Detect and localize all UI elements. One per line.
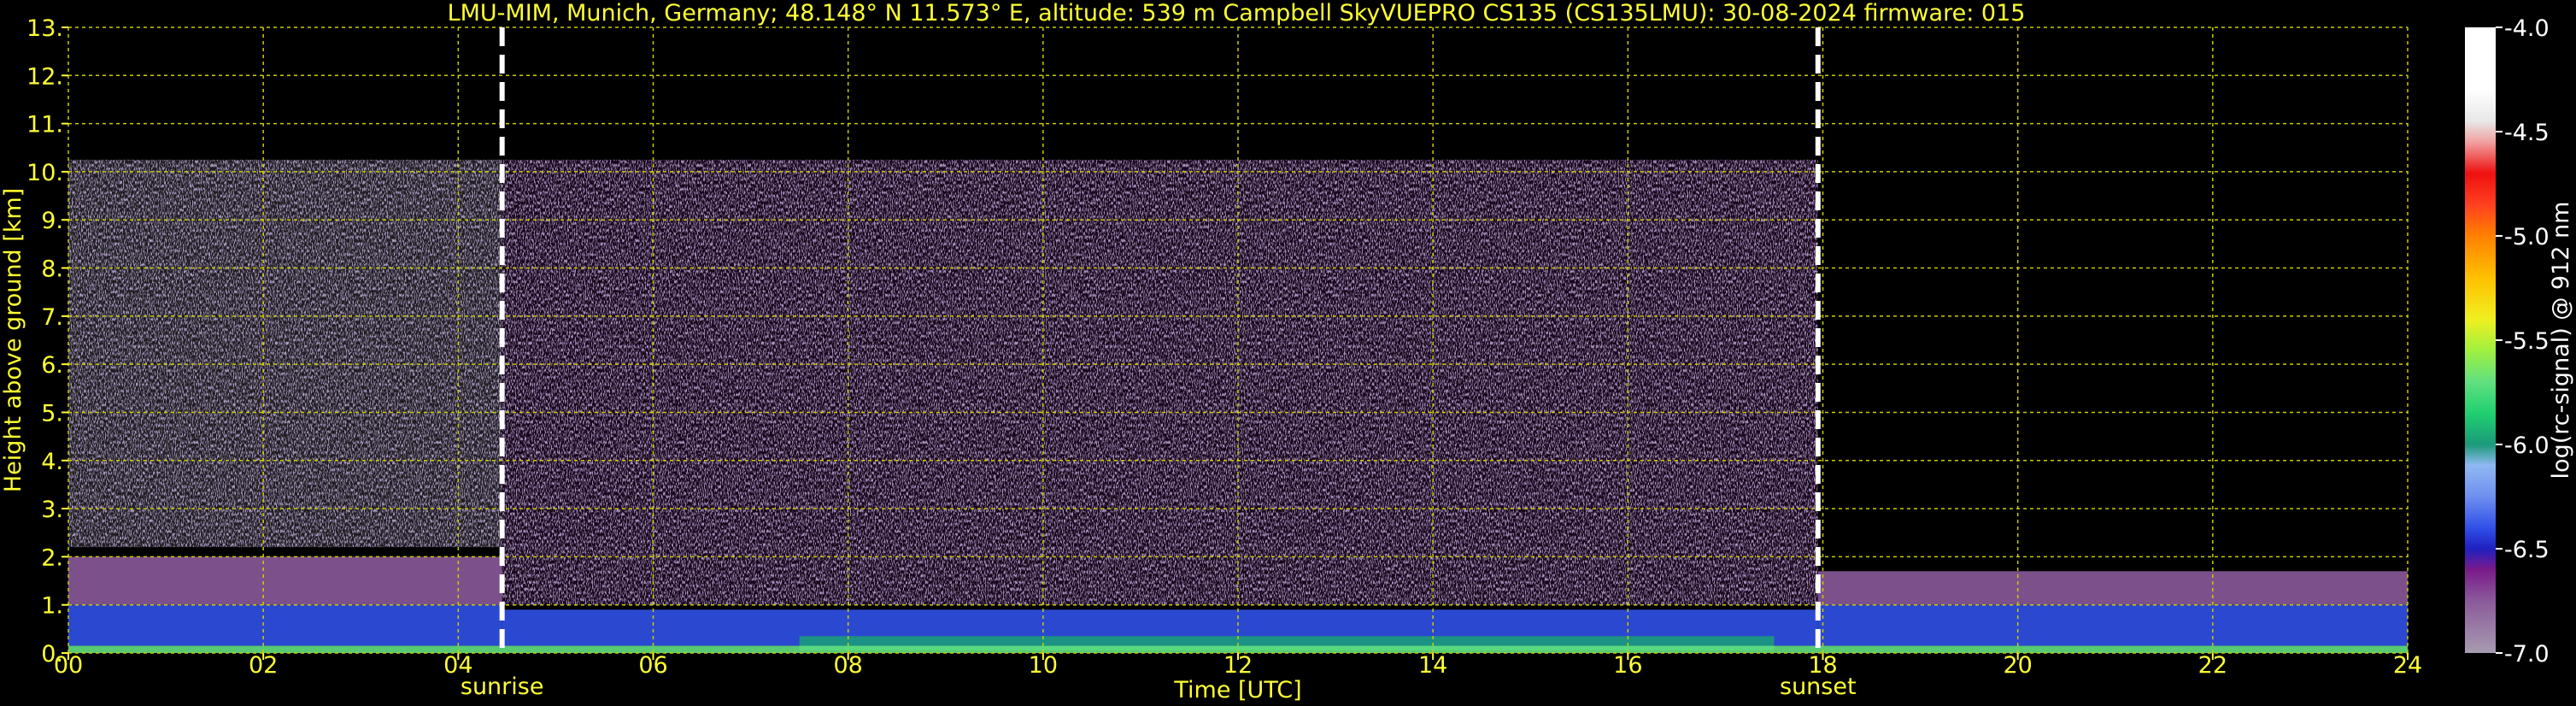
- colorbar-label: log(rc-signal) @ 912 nm: [2548, 202, 2574, 479]
- colorbar: [2465, 27, 2496, 653]
- signal-layer: [68, 556, 502, 605]
- x-tick-label: 10: [1029, 652, 1058, 679]
- x-tick-label: 20: [2003, 652, 2032, 679]
- colorbar-tick-label: -5.5: [2504, 328, 2550, 355]
- signal-noise: [502, 159, 1818, 605]
- x-tick-label: 24: [2393, 652, 2422, 679]
- signal-layer: [1817, 604, 2408, 646]
- x-tick-label: 02: [249, 652, 278, 679]
- colorbar-tick-label: -4.5: [2504, 120, 2550, 146]
- x-tick-label: 08: [833, 652, 862, 679]
- y-tick-label: 6.: [41, 352, 63, 379]
- colorbar-tick-label: -7.0: [2504, 641, 2550, 668]
- chart-title: LMU-MIM, Munich, Germany; 48.148° N 11.5…: [448, 0, 2026, 26]
- y-axis-label: Height above ground [km]: [0, 188, 26, 492]
- x-tick-label: 22: [2198, 652, 2227, 679]
- y-tick-label: 4.: [41, 449, 63, 475]
- signal-layer: [1817, 571, 2408, 605]
- x-tick-label: 16: [1613, 652, 1642, 679]
- x-tick-label: 14: [1418, 652, 1447, 679]
- x-axis-ticks: 00 02 04 06 08 10 12 14 16 18 20 22 24: [54, 652, 2422, 679]
- y-axis-ticks: 0. 1. 2. 3. 4. 5. 6. 7. 8. 9. 10. 11. 12. 13.: [26, 15, 68, 668]
- y-tick-label: 3.: [41, 497, 63, 523]
- y-tick-label: 8.: [41, 256, 63, 283]
- ceilometer-chart: LMU-MIM, Munich, Germany; 48.148° N 11.5…: [0, 0, 2574, 703]
- signal-noise: [68, 159, 502, 548]
- colorbar-tick-label: -6.5: [2504, 537, 2550, 563]
- colorbar-tick-label: -4.0: [2504, 15, 2550, 42]
- marker-label-sunrise: sunrise: [461, 674, 544, 700]
- y-tick-label: 1.: [41, 593, 63, 620]
- y-tick-label: 7.: [41, 304, 63, 331]
- x-tick-label: 12: [1223, 652, 1253, 679]
- colorbar-tick-label: -5.0: [2504, 224, 2550, 250]
- colorbar-tick-label: -6.0: [2504, 432, 2550, 459]
- y-tick-label: 5.: [41, 400, 63, 427]
- y-tick-label: 13.: [26, 15, 63, 42]
- signal-layer: [68, 604, 502, 646]
- x-tick-label: 06: [638, 652, 667, 679]
- x-tick-label: 04: [443, 652, 472, 679]
- y-tick-label: 9.: [41, 208, 63, 234]
- x-axis-label: Time [UTC]: [1173, 677, 1301, 703]
- y-tick-label: 2.: [41, 544, 63, 571]
- y-tick-label: 10.: [26, 160, 63, 186]
- colorbar-ticks: -4.0 -4.5 -5.0 -5.5 -6.0 -6.5 -7.0: [2496, 15, 2550, 668]
- y-tick-label: 12.: [26, 63, 63, 90]
- y-tick-label: 0.: [41, 641, 63, 668]
- y-tick-label: 11.: [26, 112, 63, 138]
- x-tick-label: 18: [1808, 652, 1837, 679]
- noise-overlay: [68, 159, 1818, 605]
